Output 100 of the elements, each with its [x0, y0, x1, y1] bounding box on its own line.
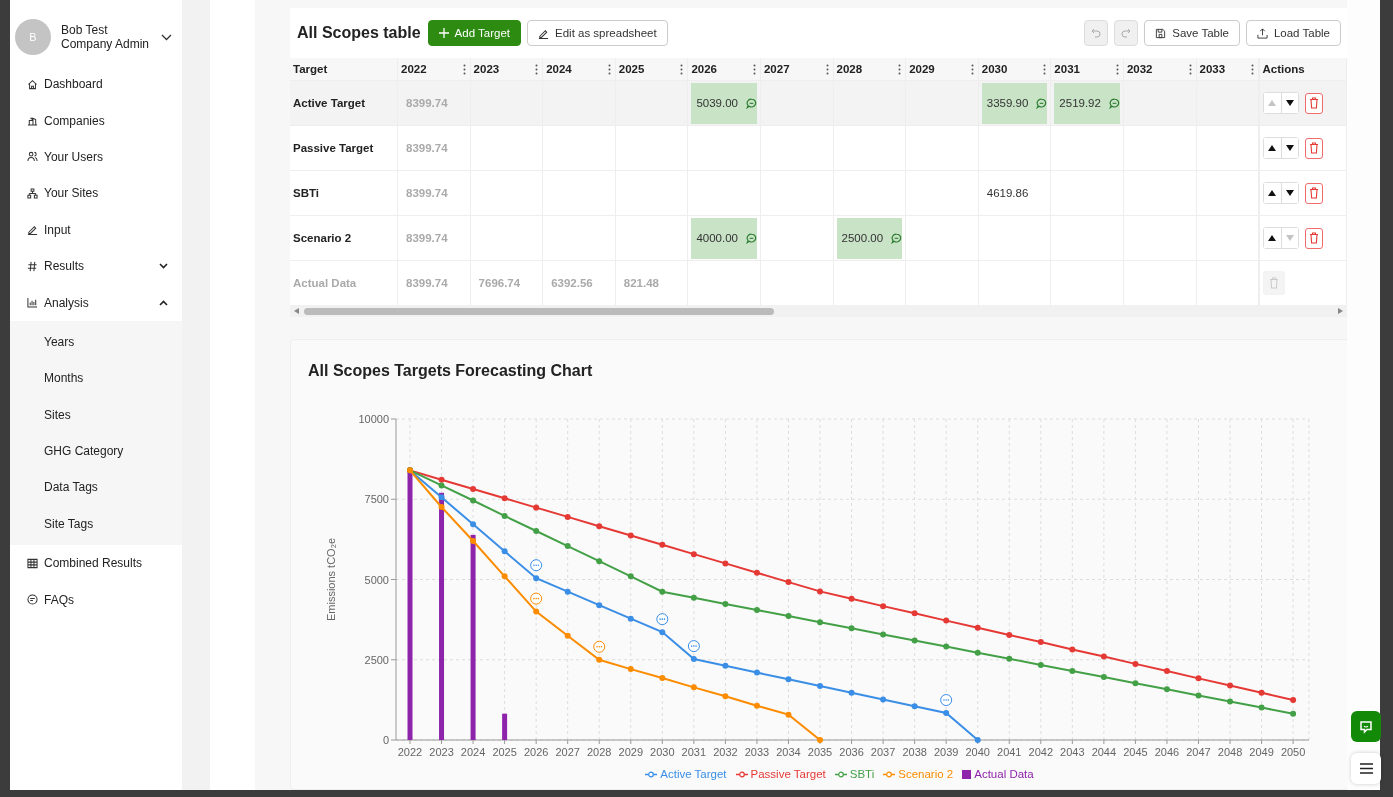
column-menu-icon[interactable] [1115, 64, 1119, 75]
comment-marker-icon[interactable] [530, 559, 543, 572]
column-header[interactable]: 2030 [978, 58, 1052, 80]
comment-icon[interactable] [1036, 97, 1048, 109]
column-header[interactable]: 2032 [1123, 58, 1197, 80]
target-value[interactable]: 5039.00 [691, 82, 757, 124]
column-menu-icon[interactable] [970, 64, 974, 75]
sidebar-item[interactable]: Companies [10, 102, 182, 139]
sidebar-item[interactable]: Your Users [10, 138, 182, 176]
comment-marker-icon[interactable] [593, 640, 606, 653]
comment-icon[interactable] [745, 232, 757, 244]
sidebar-item[interactable]: Dashboard [10, 66, 182, 103]
column-header[interactable]: 2025 [615, 58, 689, 80]
column-header[interactable]: 2033 [1196, 58, 1259, 80]
legend-square-icon [962, 769, 972, 779]
horizontal-scrollbar[interactable] [290, 305, 1347, 317]
delete-button[interactable] [1304, 137, 1323, 159]
point [1195, 692, 1202, 699]
point [785, 676, 792, 683]
user-menu[interactable]: B Bob Test Company Admin [10, 0, 182, 56]
sidebar-item[interactable]: FAQs [10, 581, 182, 618]
menu-icon [1359, 763, 1373, 774]
save-table-button[interactable]: Save Table [1144, 20, 1240, 46]
target-value[interactable]: 2500.00 [836, 217, 903, 259]
target-value[interactable]: 2519.92 [1054, 82, 1120, 124]
x-tick-label: 2047 [1186, 746, 1211, 758]
table-cell: 4619.86 [978, 170, 1052, 215]
target-value[interactable]: 4000.00 [691, 217, 757, 259]
x-tick-label: 2027 [555, 746, 580, 758]
column-menu-icon[interactable] [898, 64, 902, 75]
load-table-button[interactable]: Load Table [1245, 20, 1341, 46]
column-header[interactable]: 2022 [398, 58, 471, 80]
column-menu-icon[interactable] [607, 64, 611, 75]
sidebar-item[interactable]: Your Sites [10, 175, 182, 212]
home-icon [27, 78, 38, 90]
column-header[interactable]: 2023 [470, 58, 544, 80]
column-header[interactable]: 2026 [688, 58, 761, 80]
x-tick-label: 2025 [492, 746, 517, 758]
point [470, 537, 477, 544]
legend-item[interactable]: Actual Data [962, 768, 1034, 780]
comment-icon[interactable] [1108, 97, 1120, 109]
sidebar-subitem[interactable]: Site Tags [10, 505, 182, 543]
scroll-right-icon[interactable] [1338, 308, 1343, 314]
point [817, 619, 824, 626]
point [753, 607, 760, 613]
target-value[interactable]: 3359.90 [981, 82, 1048, 124]
column-menu-icon[interactable] [1250, 64, 1254, 75]
point [533, 608, 540, 615]
column-menu-icon[interactable] [462, 64, 466, 75]
comment-marker-icon[interactable] [687, 640, 700, 653]
scroll-left-icon[interactable] [294, 308, 299, 314]
column-menu-icon[interactable] [1043, 64, 1047, 75]
point [659, 588, 666, 595]
sidebar-item[interactable]: Combined Results [10, 545, 182, 582]
x-tick-label: 2029 [618, 746, 643, 758]
column-menu-icon[interactable] [1188, 64, 1192, 75]
sidebar-item[interactable]: Input [10, 211, 182, 248]
point [627, 615, 634, 622]
chat-icon [27, 594, 38, 606]
sidebar-item[interactable]: Results [10, 247, 182, 285]
delete-button[interactable] [1304, 227, 1323, 249]
sidebar-item[interactable]: Analysis [10, 284, 182, 321]
edit-spreadsheet-button[interactable]: Edit as spreadsheet [527, 20, 668, 46]
column-menu-icon[interactable] [752, 64, 756, 75]
column-header[interactable]: 2031 [1051, 58, 1124, 80]
column-header[interactable]: 2027 [760, 58, 834, 80]
legend-label: Active Target [660, 768, 727, 780]
column-menu-icon[interactable] [535, 64, 539, 75]
comment-marker-icon[interactable] [656, 613, 669, 626]
delete-button[interactable] [1304, 92, 1323, 114]
comment-icon[interactable] [891, 232, 903, 244]
column-header[interactable]: Actions [1258, 58, 1347, 80]
comment-marker-icon[interactable] [940, 694, 953, 707]
legend-item[interactable]: Passive Target [735, 768, 826, 780]
chart-title: All Scopes Targets Forecasting Chart [307, 361, 594, 381]
column-header[interactable]: 2024 [543, 58, 616, 80]
x-tick-label: 2039 [933, 746, 959, 758]
point [817, 588, 824, 595]
point [943, 710, 950, 717]
sidebar-subitem[interactable]: Sites [10, 396, 182, 433]
comment-icon[interactable] [745, 97, 757, 109]
sidebar-subitem[interactable]: Years [10, 323, 182, 361]
point [880, 603, 887, 610]
delete-button[interactable] [1304, 182, 1323, 204]
column-menu-icon[interactable] [825, 64, 829, 75]
column-menu-icon[interactable] [680, 64, 684, 75]
chat-button[interactable] [1351, 711, 1381, 742]
column-header[interactable]: 2028 [833, 58, 907, 80]
sidebar-subitem[interactable]: GHG Category [10, 432, 182, 470]
column-header[interactable]: 2029 [906, 58, 979, 80]
point [1227, 682, 1234, 689]
menu-button[interactable] [1351, 753, 1381, 784]
data-bar [502, 713, 508, 740]
sidebar-subitem[interactable]: Months [10, 360, 182, 397]
sidebar-subitem[interactable]: Data Tags [10, 469, 182, 506]
column-header[interactable]: Target [290, 58, 398, 80]
point [564, 588, 571, 595]
comment-marker-icon[interactable] [530, 592, 543, 605]
add-target-button[interactable]: Add Target [427, 20, 521, 46]
scrollbar-thumb[interactable] [304, 307, 774, 315]
